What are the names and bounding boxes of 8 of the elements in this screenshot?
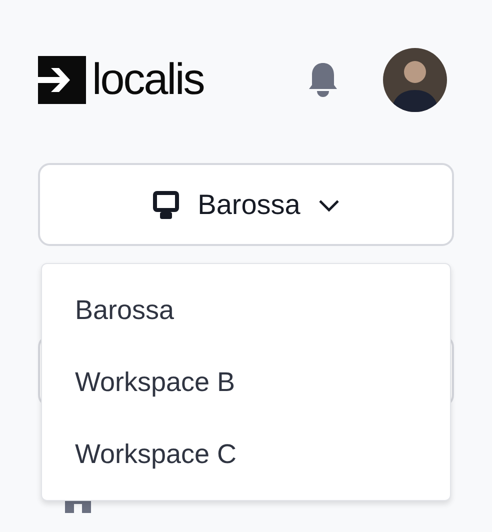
workspace-select[interactable]: Barossa — [38, 163, 454, 246]
menu-item[interactable]: Barossa — [42, 274, 450, 346]
logo-icon — [38, 56, 86, 104]
menu-item[interactable]: Workspace C — [42, 418, 450, 490]
logo-text: localis — [92, 58, 204, 102]
chevron-icon — [318, 198, 340, 212]
menu-item[interactable]: Workspace B — [42, 346, 450, 418]
monitor-icon — [152, 190, 180, 220]
